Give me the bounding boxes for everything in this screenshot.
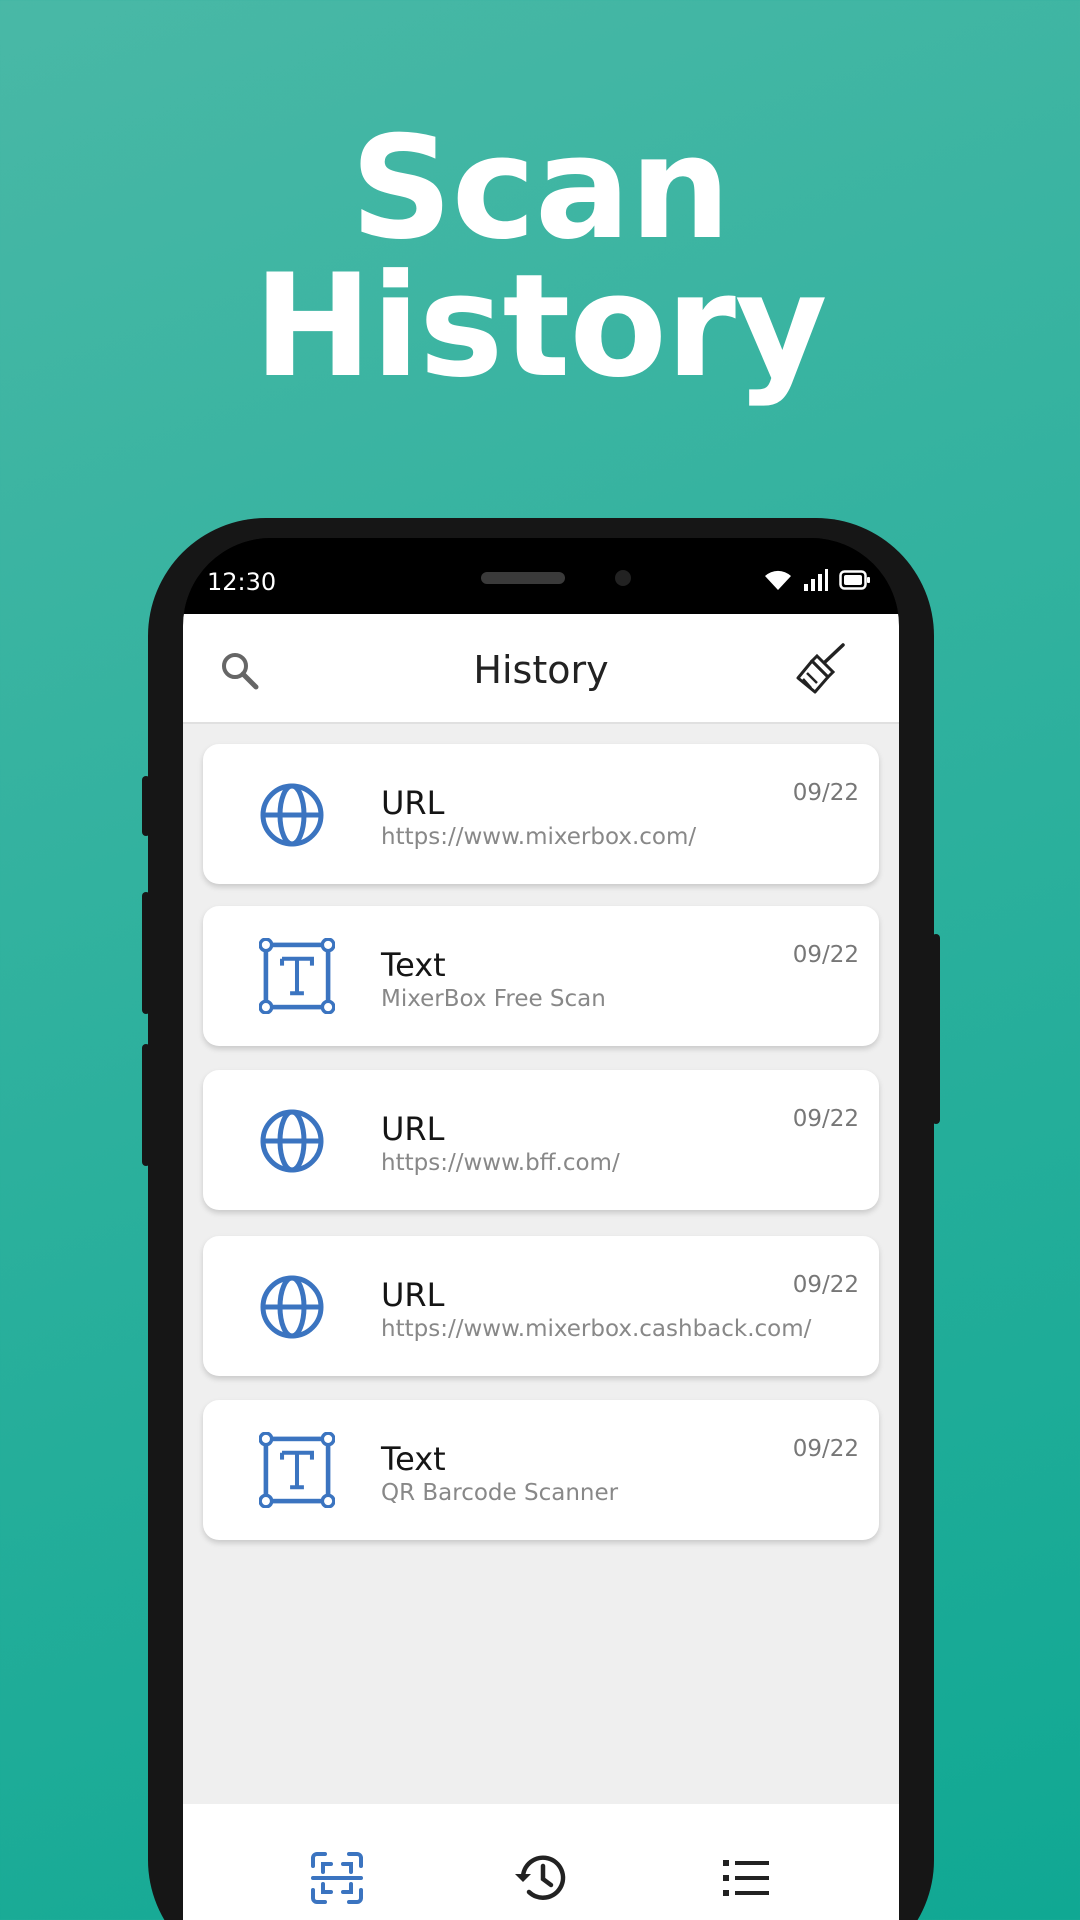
history-item[interactable]: Text QR Barcode Scanner 09/22	[203, 1400, 879, 1540]
app-bar: History	[183, 614, 899, 724]
status-time: 12:30	[207, 568, 277, 596]
history-item-value: https://www.mixerbox.com/	[381, 824, 697, 850]
nav-scan[interactable]	[309, 1850, 365, 1906]
nav-list[interactable]	[719, 1850, 775, 1906]
phone-screen: 12:30 History URL https://www.mixerbox.c…	[183, 538, 899, 1920]
history-item-date: 09/22	[792, 1106, 859, 1132]
history-item-value: https://www.bff.com/	[381, 1150, 620, 1176]
history-item-date: 09/22	[792, 1436, 859, 1462]
list-icon	[723, 1860, 769, 1896]
broom-icon	[796, 643, 845, 694]
globe-icon	[260, 783, 324, 847]
text-icon	[259, 1432, 335, 1508]
history-item[interactable]: URL https://www.bff.com/ 09/22	[203, 1070, 879, 1210]
speaker	[481, 572, 565, 584]
history-item[interactable]: URL https://www.mixerbox.cashback.com/ 0…	[203, 1236, 879, 1376]
history-item-type: Text	[381, 1440, 446, 1478]
history-item-value: QR Barcode Scanner	[381, 1480, 619, 1506]
phone-side-button	[142, 776, 150, 836]
globe-icon	[260, 1275, 324, 1339]
notch	[349, 538, 733, 610]
phone-side-button	[142, 892, 150, 1014]
history-item-type: URL	[381, 1110, 445, 1148]
history-item-type: Text	[381, 946, 446, 984]
history-list: URL https://www.mixerbox.com/ 09/22 Text…	[183, 724, 899, 1844]
page-title: History	[473, 648, 609, 692]
nav-history[interactable]	[513, 1850, 569, 1906]
phone-side-button	[142, 1044, 150, 1166]
history-item[interactable]: URL https://www.mixerbox.com/ 09/22	[203, 744, 879, 884]
wifi-icon	[765, 570, 791, 590]
history-item-value: MixerBox Free Scan	[381, 986, 606, 1012]
history-item-date: 09/22	[792, 1272, 859, 1298]
status-bar: 12:30	[183, 538, 899, 614]
history-item-type: URL	[381, 1276, 445, 1314]
history-item-type: URL	[381, 784, 445, 822]
headline: Scan History	[0, 106, 1080, 409]
clear-history-button[interactable]	[795, 642, 849, 696]
history-item-date: 09/22	[792, 942, 859, 968]
text-icon	[259, 938, 335, 1014]
signal-icon	[804, 569, 828, 591]
battery-icon	[839, 570, 870, 590]
phone-side-button	[932, 934, 940, 1124]
bottom-nav	[183, 1804, 899, 1920]
history-item[interactable]: Text MixerBox Free Scan 09/22	[203, 906, 879, 1046]
scan-icon	[311, 1852, 363, 1904]
history-icon	[515, 1855, 566, 1900]
headline-line-1: Scan	[350, 106, 730, 271]
camera	[615, 570, 631, 586]
headline-line-2: History	[253, 244, 827, 409]
status-icons	[763, 568, 871, 592]
history-item-date: 09/22	[792, 780, 859, 806]
history-item-value: https://www.mixerbox.cashback.com/	[381, 1316, 812, 1342]
globe-icon	[260, 1109, 324, 1173]
